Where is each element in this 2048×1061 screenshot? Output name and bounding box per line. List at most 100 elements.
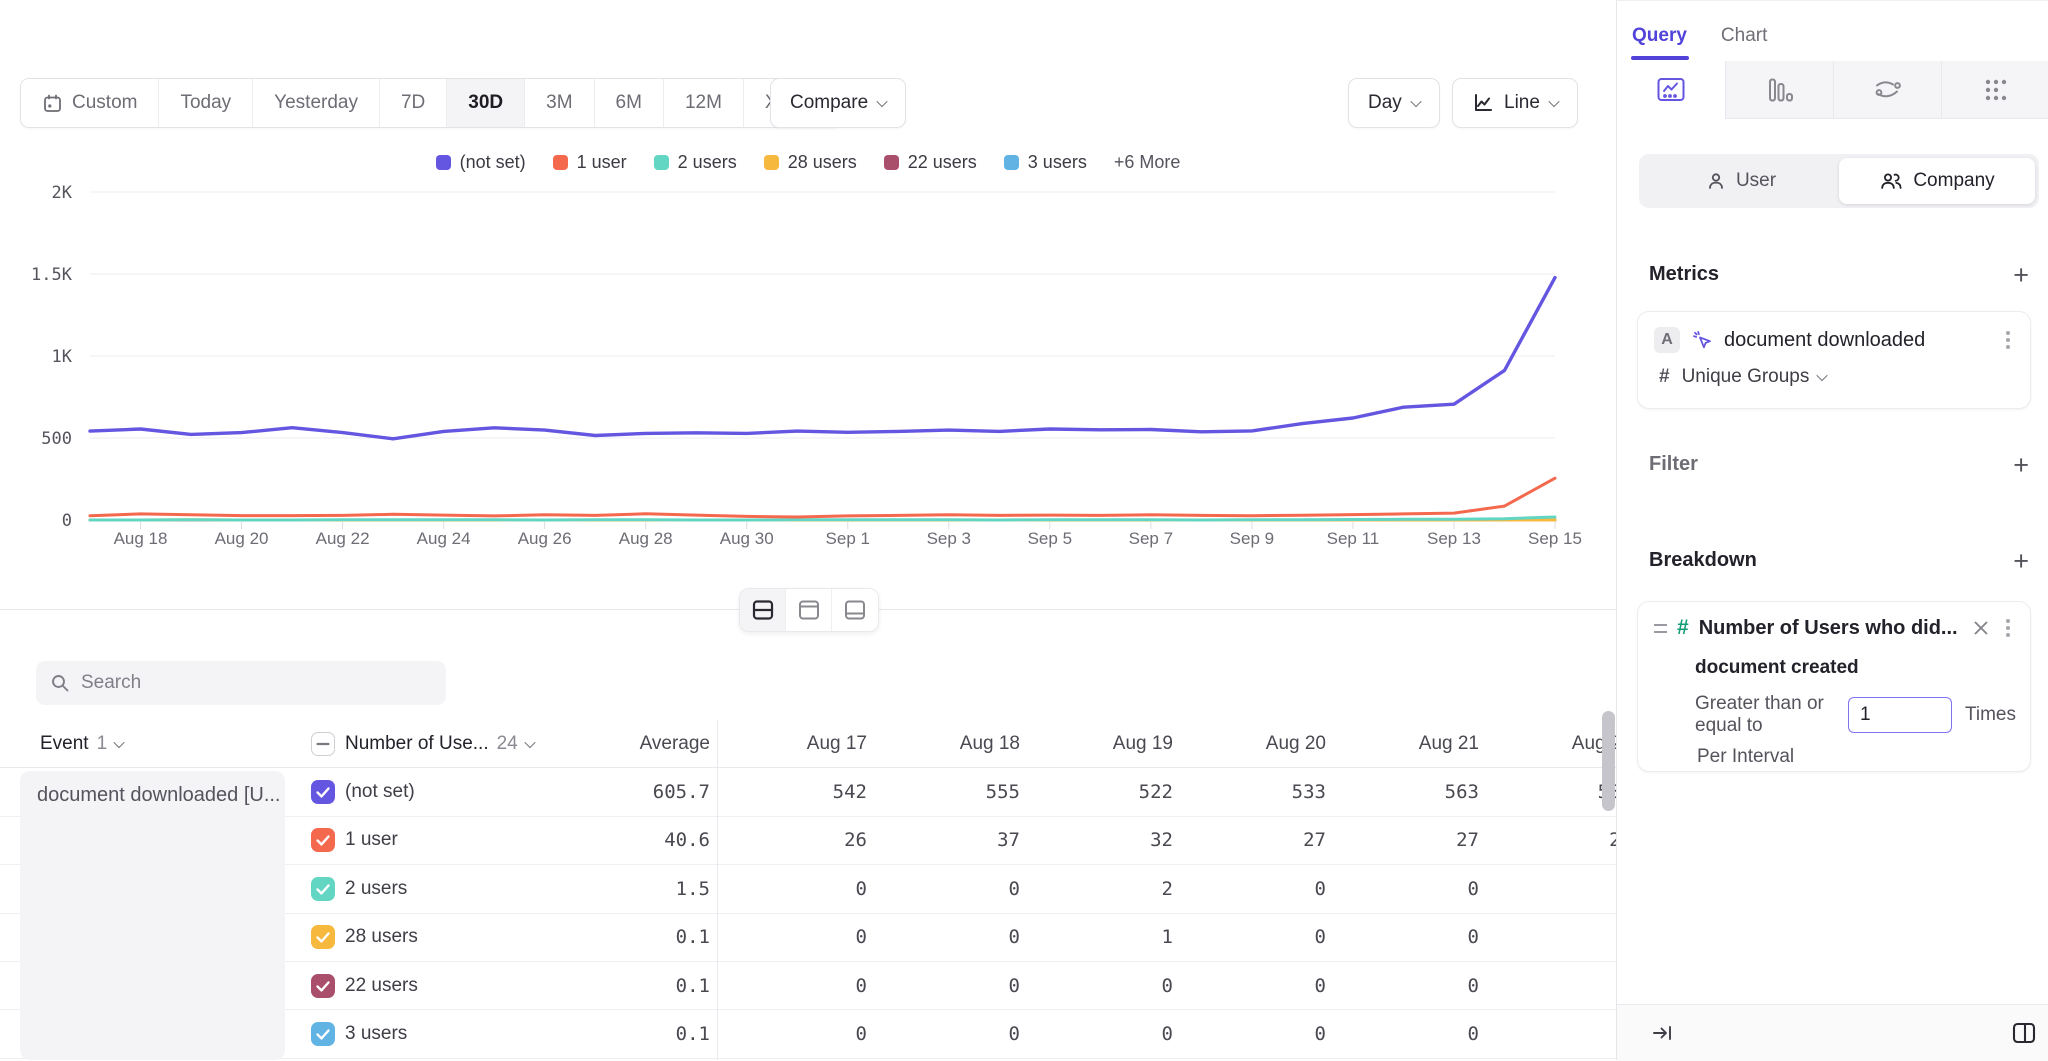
- svg-text:Aug 18: Aug 18: [114, 529, 168, 548]
- metric-menu-icon[interactable]: [2006, 338, 2010, 342]
- series-date-values: 001000: [714, 926, 1616, 948]
- svg-text:Aug 24: Aug 24: [417, 529, 471, 548]
- table-search: [36, 661, 446, 705]
- series-date-values: 002000: [714, 878, 1616, 900]
- table-scrollbar[interactable]: [1602, 711, 1615, 811]
- users-icon: [1879, 171, 1903, 191]
- series-count: 24: [497, 733, 518, 755]
- metric-name: document downloaded: [1724, 329, 1989, 352]
- series-checkbox[interactable]: [311, 925, 335, 949]
- chart-type-tabs: [1617, 61, 2048, 119]
- series-checkbox[interactable]: [311, 780, 335, 804]
- add-breakdown-button[interactable]: +: [2013, 551, 2029, 571]
- panel-layout-icon[interactable]: [2011, 1021, 2037, 1045]
- date-column-header[interactable]: Aug 20: [1173, 733, 1326, 755]
- breakdown-value-input[interactable]: [1848, 697, 1952, 733]
- date-column-header[interactable]: Aug 21: [1326, 733, 1479, 755]
- search-input[interactable]: [81, 672, 432, 694]
- drag-handle-icon[interactable]: [1654, 624, 1667, 633]
- series-date-values: 542555522533563533: [714, 781, 1616, 803]
- series-date-value: 0: [714, 1023, 867, 1045]
- event-list-item[interactable]: document downloaded [U...: [20, 771, 285, 1060]
- chart-type-retention-tab[interactable]: [1941, 61, 2048, 119]
- svg-text:Aug 22: Aug 22: [316, 529, 370, 548]
- event-header-label: Event: [40, 733, 89, 755]
- series-average: 1.5: [541, 878, 710, 900]
- svg-text:1K: 1K: [52, 347, 73, 367]
- series-date-value: 26: [714, 829, 867, 851]
- svg-text:Sep 11: Sep 11: [1327, 529, 1380, 548]
- series-date-value: 0: [1326, 926, 1479, 948]
- series-date-values: 000000: [714, 975, 1616, 997]
- series-date-value: 0: [1020, 975, 1173, 997]
- measure-label: Unique Groups: [1682, 366, 1810, 388]
- series-name: 1 user: [345, 829, 541, 851]
- table-column-separator: [717, 720, 718, 1060]
- layout-table-only-button[interactable]: [832, 589, 878, 631]
- svg-text:Aug 26: Aug 26: [518, 529, 572, 548]
- series-date-value: 0: [1173, 975, 1326, 997]
- svg-text:Sep 1: Sep 1: [826, 529, 870, 548]
- close-icon[interactable]: [1972, 619, 1990, 637]
- select-all-checkbox[interactable]: [311, 732, 335, 756]
- series-date-value: 0: [1326, 878, 1479, 900]
- series-date-value: 0: [1479, 878, 1616, 900]
- series-column-header[interactable]: Number of Use... 24: [345, 733, 541, 755]
- series-average: 605.7: [541, 781, 710, 803]
- breakdown-unit-label: Times: [1965, 704, 2016, 726]
- date-column-header[interactable]: Aug 18: [867, 733, 1020, 755]
- active-tab-underline: [1631, 56, 1689, 60]
- series-date-value: 27: [1326, 829, 1479, 851]
- series-date-value: 542: [714, 781, 867, 803]
- series-date-value: 0: [1479, 975, 1616, 997]
- event-count: 1: [97, 733, 108, 755]
- audience-company-option[interactable]: Company: [1839, 158, 2035, 204]
- layout-split-button[interactable]: [740, 589, 786, 631]
- breakdown-card[interactable]: # Number of Users who did... document cr…: [1637, 601, 2031, 772]
- series-date-value: 0: [714, 975, 867, 997]
- chevron-down-icon: [1817, 370, 1828, 381]
- series-average: 0.1: [541, 975, 710, 997]
- measure-dropdown[interactable]: Unique Groups: [1682, 366, 1827, 388]
- add-filter-button[interactable]: +: [2013, 455, 2029, 475]
- sidebar-footer: [1617, 1004, 2048, 1061]
- series-checkbox[interactable]: [311, 974, 335, 998]
- series-date-value: 37: [867, 829, 1020, 851]
- collapse-sidebar-icon[interactable]: [1651, 1023, 1675, 1043]
- date-column-header[interactable]: Aug 17: [714, 733, 867, 755]
- audience-user-label: User: [1736, 170, 1776, 192]
- series-date-values: 000000: [714, 1023, 1616, 1045]
- chart-type-line-tab[interactable]: [1617, 61, 1725, 119]
- audience-user-option[interactable]: User: [1643, 158, 1839, 204]
- chart-type-flow-tab[interactable]: [1833, 61, 1941, 119]
- chart-type-bar-tab[interactable]: [1725, 61, 1833, 119]
- breakdown-title: Breakdown: [1649, 549, 1757, 572]
- svg-text:Aug 30: Aug 30: [720, 529, 774, 548]
- series-checkbox[interactable]: [311, 877, 335, 901]
- line-chart[interactable]: 05001K1.5K2KAug 18Aug 20Aug 22Aug 24Aug …: [0, 0, 1616, 560]
- svg-text:Sep 9: Sep 9: [1230, 529, 1274, 548]
- tab-chart[interactable]: Chart: [1721, 25, 1767, 47]
- event-column-header[interactable]: Event 1: [0, 733, 311, 755]
- series-average: 40.6: [541, 829, 710, 851]
- series-checkbox[interactable]: [311, 828, 335, 852]
- breakdown-menu-icon[interactable]: [2006, 626, 2010, 630]
- series-date-value: 533: [1173, 781, 1326, 803]
- date-column-header[interactable]: Aug 19: [1020, 733, 1173, 755]
- add-metric-button[interactable]: +: [2013, 265, 2029, 285]
- date-column-header[interactable]: Aug 22: [1479, 733, 1616, 755]
- metrics-section-header: Metrics +: [1649, 263, 2029, 286]
- series-checkbox[interactable]: [311, 1022, 335, 1046]
- sidebar-tabs: Query Chart: [1617, 11, 2048, 61]
- metric-card[interactable]: A document downloaded # Unique Groups: [1637, 311, 2031, 409]
- series-date-value: 0: [1326, 1023, 1479, 1045]
- layout-chart-only-button[interactable]: [786, 589, 832, 631]
- series-name: 3 users: [345, 1023, 541, 1045]
- series-date-value: 0: [1020, 1023, 1173, 1045]
- svg-text:Sep 7: Sep 7: [1129, 529, 1173, 548]
- measure-hash-icon: #: [1659, 366, 1670, 388]
- user-icon: [1706, 171, 1726, 191]
- average-column-header[interactable]: Average: [541, 733, 710, 755]
- series-name: (not set): [345, 781, 541, 803]
- tab-query[interactable]: Query: [1632, 25, 1687, 47]
